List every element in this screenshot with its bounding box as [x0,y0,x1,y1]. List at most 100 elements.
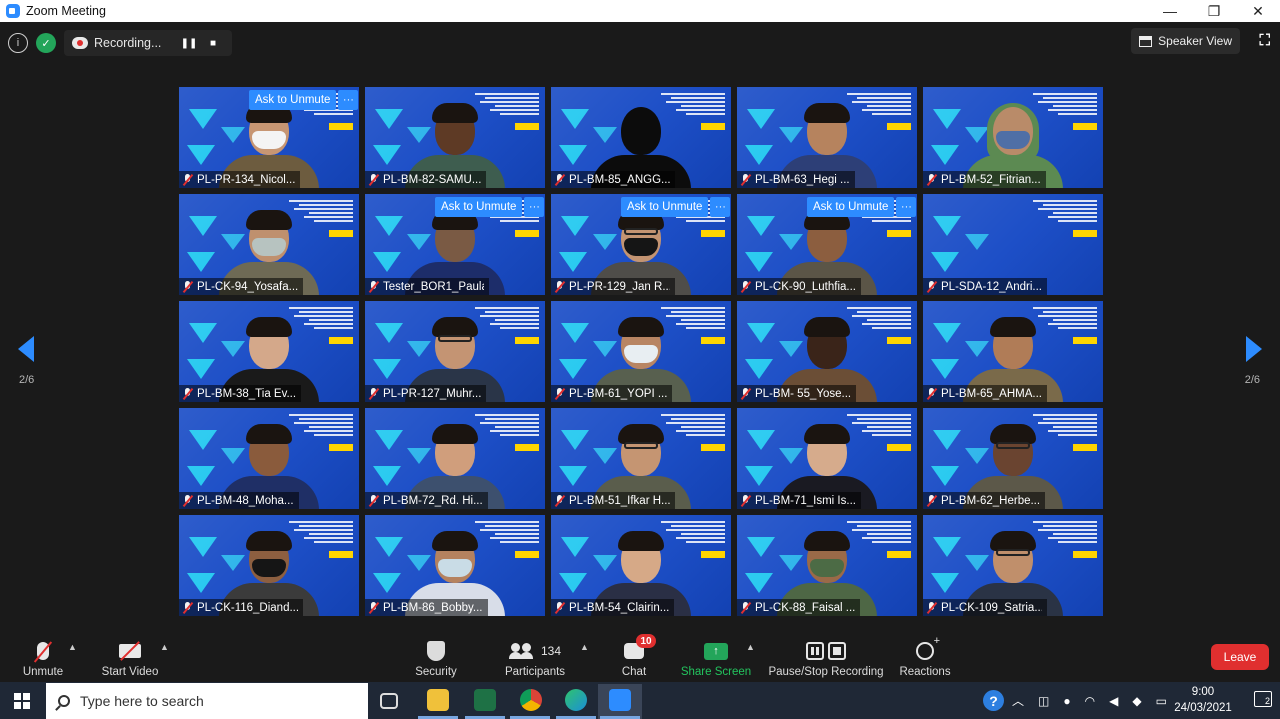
chrome-icon[interactable] [520,689,542,711]
background-badge [329,123,353,130]
participant-tile[interactable]: PL-BM-72_Rd. Hi... [365,408,545,509]
fullscreen-icon[interactable]: ⛶ [1259,32,1270,49]
participants-options-chevron-icon[interactable]: ▲ [580,642,589,652]
chat-button[interactable]: 10 Chat [620,634,656,682]
more-options-icon[interactable]: ··· [524,197,545,217]
pause-icon [806,642,824,660]
volume-icon[interactable]: ◀ [1109,694,1118,708]
minimize-button[interactable]: — [1148,0,1192,22]
ask-to-unmute-button[interactable]: Ask to Unmute [249,90,337,110]
ask-to-unmute-button[interactable]: Ask to Unmute [807,197,895,217]
participant-tile[interactable]: PL-BM-63_Hegi ... [737,87,917,188]
participant-tile[interactable]: PL-BM-82-SAMU... [365,87,545,188]
participant-tile[interactable]: PL-BM-48_Moha... [179,408,359,509]
participant-name: PL-CK-90_Luthfia... [755,280,856,293]
participant-name: PL-PR-127_Muhr... [383,387,482,400]
background-badge [887,123,911,130]
show-hidden-icons-chevron-icon[interactable]: ︿ [1012,692,1024,709]
participant-tile[interactable]: PL-SDA-12_Andri... [923,194,1103,295]
participant-tile[interactable]: PL-BM-54_Clairin... [551,515,731,616]
security-button[interactable]: Security [414,634,458,682]
help-icon[interactable]: ? [983,690,1004,711]
more-options-icon[interactable]: ··· [896,197,917,217]
participant-tile[interactable]: PL-BM-86_Bobby... [365,515,545,616]
encryption-shield-icon[interactable]: ✓ [36,33,56,53]
unmute-button[interactable]: Unmute [22,634,64,682]
pause-recording-icon[interactable]: ❚❚ [180,38,198,49]
background-badge [329,337,353,344]
participant-tile[interactable]: PL-CK-88_Faisal ... [737,515,917,616]
wifi-icon[interactable]: ◠ [1085,694,1095,708]
meeting-info-icon[interactable]: i [8,33,28,53]
leave-meeting-button[interactable]: Leave [1211,644,1269,670]
pause-stop-recording-button[interactable]: Pause/Stop Recording [768,634,884,682]
participant-name: PL-BM-48_Moha... [197,494,294,507]
maximize-button[interactable]: ❐ [1192,0,1236,22]
battery-icon[interactable]: ▭ [1156,694,1167,708]
participants-button[interactable]: 134 Participants [504,634,566,682]
participant-name: PL-BM-86_Bobby... [383,601,483,614]
notification-center-icon[interactable]: 2 [1254,691,1272,707]
speaker-view-button[interactable]: Speaker View [1131,28,1240,54]
participant-name: PL-BM-61_YOPI ... [569,387,668,400]
edge-icon[interactable] [565,689,587,711]
more-options-icon[interactable]: ··· [338,90,359,110]
audio-options-chevron-icon[interactable]: ▲ [68,642,77,652]
unmute-label: Unmute [22,666,64,678]
participant-nameplate: PL-BM-51_Ifkar H... [551,492,675,509]
participants-label: Participants [504,666,566,678]
participant-tile[interactable]: PL-BM-85_ANGG... [551,87,731,188]
muted-microphone-icon [368,173,380,186]
share-screen-button[interactable]: ↑ Share Screen [681,634,751,682]
participant-tile[interactable]: PL-BM-61_YOPI ... [551,301,731,402]
ask-to-unmute-button[interactable]: Ask to Unmute [435,197,523,217]
muted-microphone-icon [926,601,938,614]
taskbar-search-box[interactable]: Type here to search [46,683,368,719]
share-options-chevron-icon[interactable]: ▲ [746,642,755,652]
participant-tile[interactable]: Ask to Unmute ··· PL-PR-129_Jan R... [551,194,731,295]
next-page-arrow-icon[interactable] [1246,336,1262,362]
participant-tile[interactable]: Ask to Unmute ··· PL-CK-90_Luthfia... [737,194,917,295]
participant-tile[interactable]: PL-BM-71_Ismi Is... [737,408,917,509]
zoom-taskbar-icon[interactable] [609,689,631,711]
windows-start-icon[interactable] [14,693,30,709]
dropbox-icon[interactable]: ◆ [1132,694,1141,708]
participant-tile[interactable]: PL-CK-116_Diand... [179,515,359,616]
background-badge [329,551,353,558]
page-indicator-right: 2/6 [1244,374,1260,386]
participant-tile[interactable]: PL-CK-109_Satria... [923,515,1103,616]
participant-tile[interactable]: PL-BM-38_Tia Ev... [179,301,359,402]
participant-tile[interactable]: PL-CK-94_Yosafa... [179,194,359,295]
participant-tile[interactable]: PL-BM- 55_Yose... [737,301,917,402]
meet-now-icon[interactable]: ◫ [1038,694,1049,708]
close-button[interactable]: ✕ [1236,0,1280,22]
participant-name: PL-SDA-12_Andri... [941,280,1042,293]
participant-tile[interactable]: PL-PR-127_Muhr... [365,301,545,402]
participant-tile[interactable]: PL-BM-51_Ifkar H... [551,408,731,509]
participant-name: PL-PR-129_Jan R... [569,280,670,293]
muted-microphone-icon [926,387,938,400]
video-options-chevron-icon[interactable]: ▲ [160,642,169,652]
start-video-button[interactable]: Start Video [100,634,160,682]
stop-recording-icon[interactable]: ■ [204,38,222,49]
participant-tile[interactable]: PL-BM-65_AHMA... [923,301,1103,402]
previous-page-arrow-icon[interactable] [18,336,34,362]
participant-tile[interactable]: Ask to Unmute ··· PL-PR-134_Nicol... [179,87,359,188]
reactions-button[interactable]: Reactions [899,634,950,682]
participant-tile[interactable]: PL-BM-62_Herbe... [923,408,1103,509]
background-badge [1073,230,1097,237]
taskbar-clock[interactable]: 9:00 24/03/2021 [1168,684,1238,716]
muted-microphone-icon [740,387,752,400]
file-explorer-icon[interactable] [427,689,449,711]
participant-name: PL-BM-85_ANGG... [569,173,670,186]
muted-microphone-icon [926,494,938,507]
participant-tile[interactable]: PL-BM-52_Fitrian... [923,87,1103,188]
excel-icon[interactable] [474,689,496,711]
ask-to-unmute-button[interactable]: Ask to Unmute [621,197,709,217]
microphone-tray-icon[interactable]: ● [1063,694,1070,708]
more-options-icon[interactable]: ··· [710,197,731,217]
participant-tile[interactable]: Ask to Unmute ··· Tester_BOR1_Paula [365,194,545,295]
participant-name: PL-CK-88_Faisal ... [755,601,856,614]
task-view-icon[interactable] [380,693,398,709]
meeting-controls-bar: Unmute ▲ Start Video ▲ Security 134 Part… [0,634,1280,682]
